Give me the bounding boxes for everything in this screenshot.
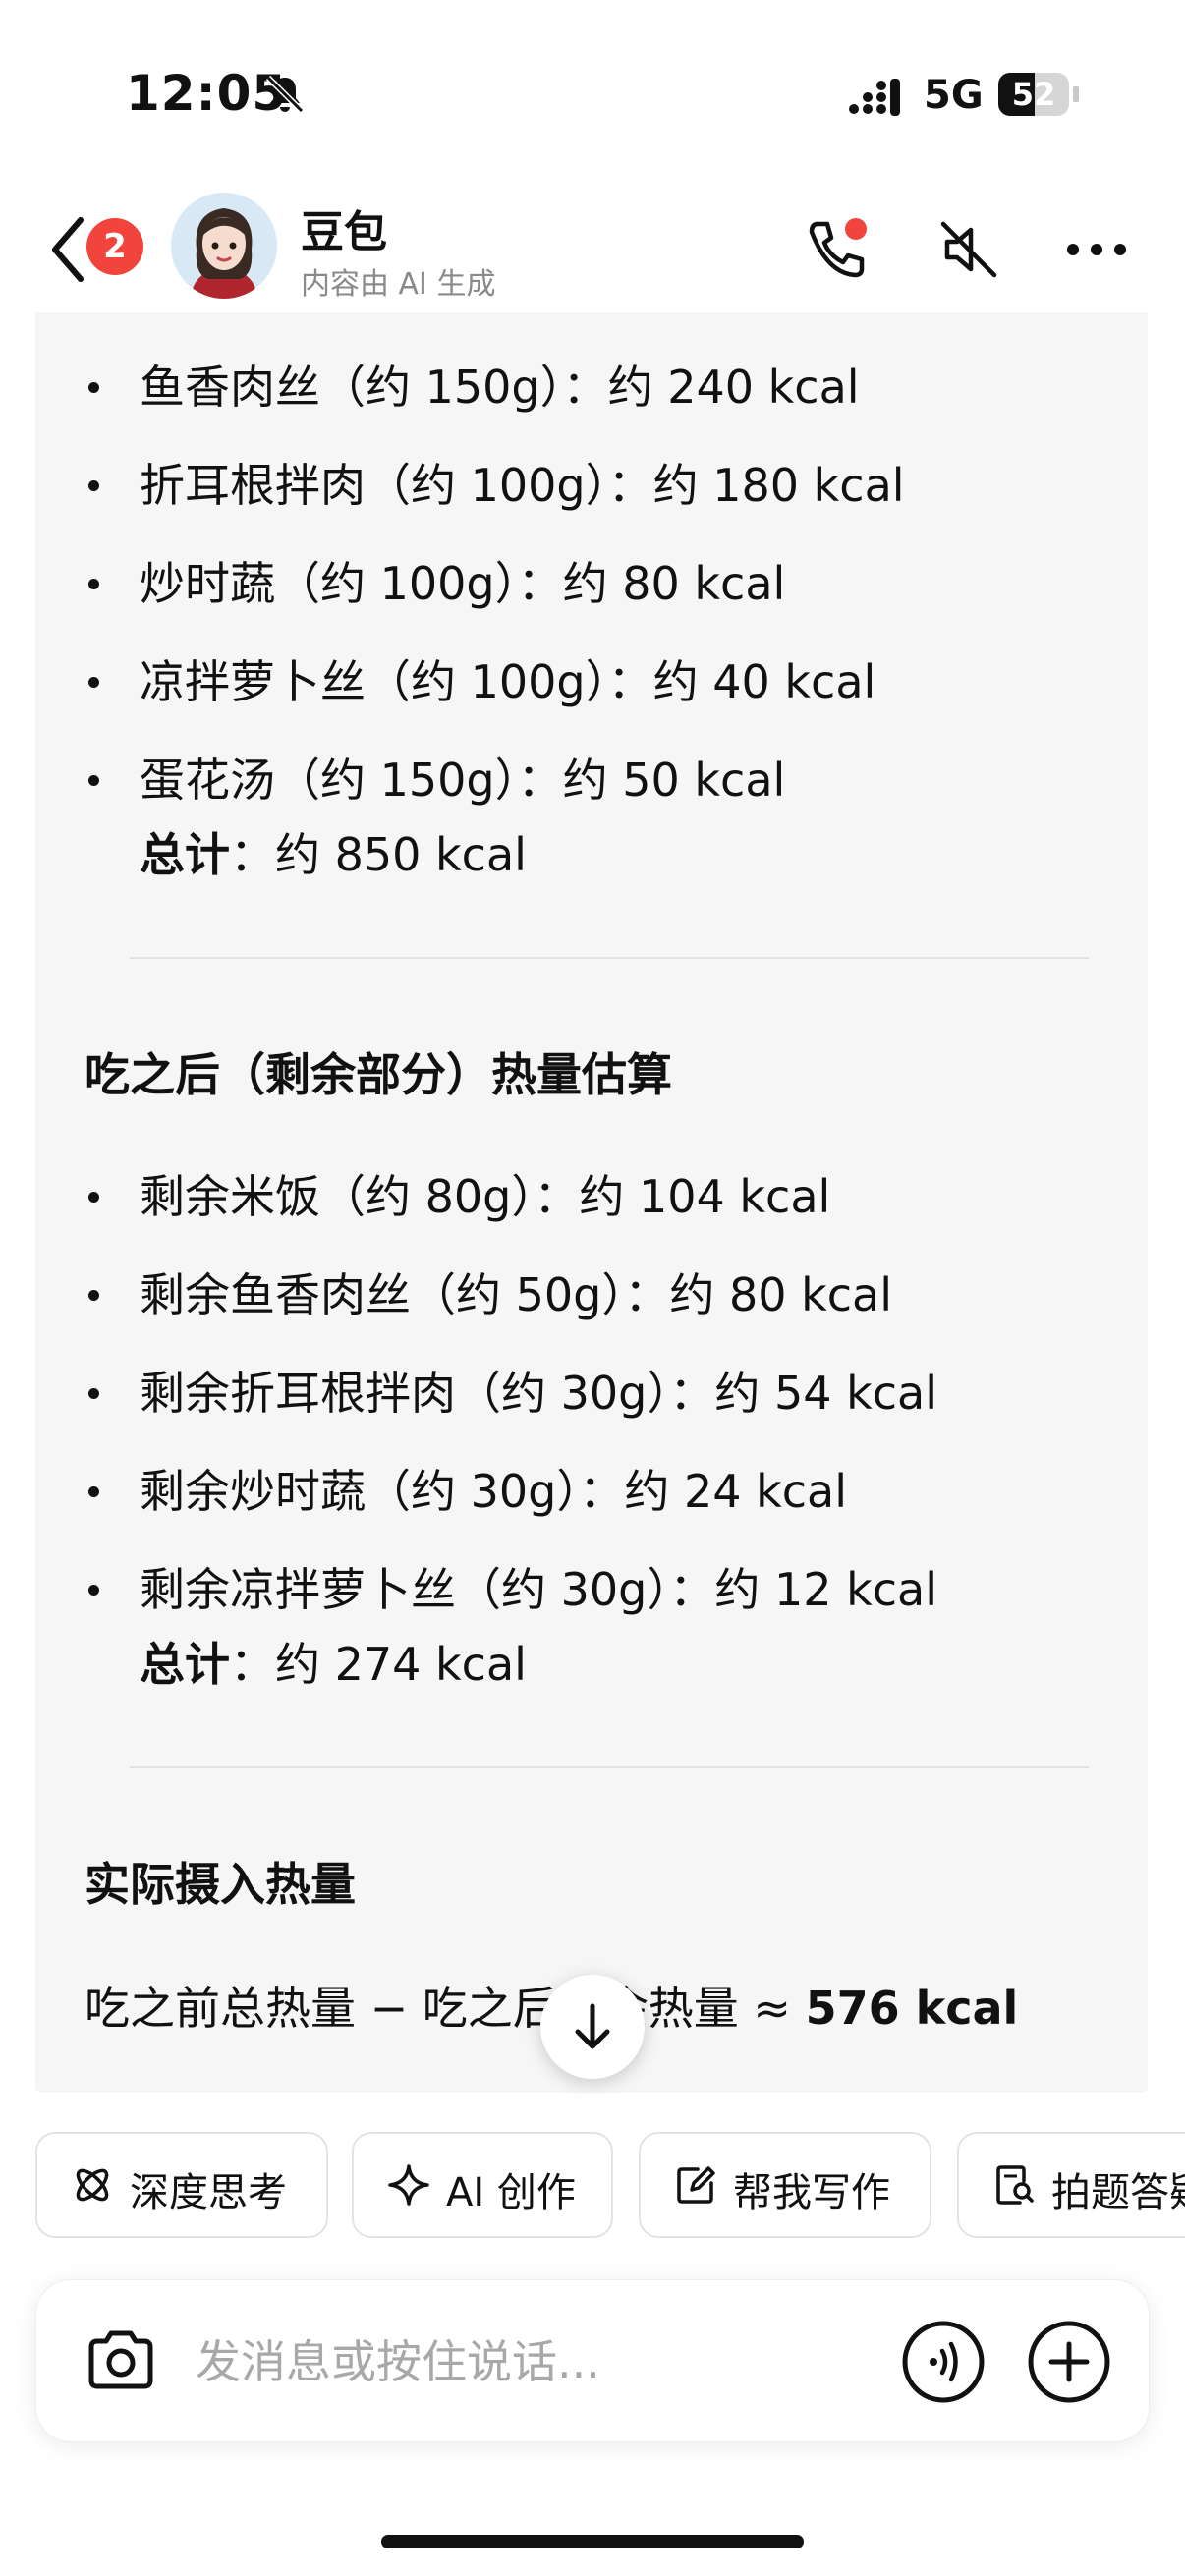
bell-slash-icon bbox=[265, 75, 305, 114]
ai-generated-label: 内容由 AI 生成 bbox=[301, 267, 496, 302]
chip-deep-thinking[interactable]: 深度思考 bbox=[35, 2132, 328, 2238]
formula-result: 576 kcal bbox=[805, 1982, 1019, 2035]
unread-badge: 2 bbox=[86, 218, 143, 275]
home-indicator bbox=[381, 2535, 804, 2548]
divider bbox=[130, 1766, 1089, 1768]
list-item: 炒时蔬（约 100g）：约 80 kcal bbox=[140, 557, 786, 610]
chip-label: 拍题答疑 bbox=[1051, 2170, 1185, 2215]
chip-label: 深度思考 bbox=[130, 2170, 287, 2215]
list-bullet bbox=[88, 1388, 99, 1399]
arrow-down-icon bbox=[575, 2003, 610, 2049]
before-total: 总计：约 850 kcal bbox=[140, 819, 527, 884]
list-item: 剩余折耳根拌肉（约 30g）：约 54 kcal bbox=[140, 1367, 938, 1420]
chip-help-write[interactable]: 帮我写作 bbox=[639, 2132, 931, 2238]
total-value: ：约 274 kcal bbox=[230, 1638, 527, 1691]
more-dots-icon[interactable] bbox=[1059, 222, 1134, 277]
composer bbox=[35, 2279, 1150, 2442]
message-input[interactable] bbox=[194, 2325, 885, 2398]
pencil-square-icon bbox=[677, 2166, 715, 2204]
chip-label: AI 创作 bbox=[446, 2170, 576, 2215]
list-item: 剩余鱼香肉丝（约 50g）：约 80 kcal bbox=[140, 1268, 893, 1321]
battery-icon: 52 bbox=[998, 73, 1081, 116]
list-item: 剩余凉拌萝卜丝（约 30g）：约 12 kcal bbox=[140, 1563, 938, 1616]
chip-ai-create[interactable]: AI 创作 bbox=[352, 2132, 613, 2238]
total-label: 总计 bbox=[140, 828, 230, 881]
section-heading: 吃之后（剩余部分）热量估算 bbox=[85, 1048, 672, 1101]
bot-name: 豆包 bbox=[301, 207, 387, 257]
list-bullet bbox=[88, 1486, 99, 1497]
battery-level: 52 bbox=[1011, 76, 1056, 113]
list-bullet bbox=[88, 775, 99, 786]
document-search-icon bbox=[996, 2165, 1034, 2205]
plus-circle-icon[interactable] bbox=[1025, 2318, 1113, 2406]
avatar[interactable] bbox=[171, 193, 277, 299]
total-label: 总计 bbox=[140, 1638, 230, 1691]
section-heading: 实际摄入热量 bbox=[85, 1858, 356, 1911]
list-bullet bbox=[88, 480, 99, 491]
list-item: 鱼香肉丝（约 150g）：约 240 kcal bbox=[140, 361, 860, 414]
atom-icon bbox=[76, 2168, 109, 2202]
avatar-illustration bbox=[171, 193, 277, 299]
divider bbox=[130, 957, 1089, 959]
list-bullet bbox=[88, 1192, 99, 1203]
list-item: 折耳根拌肉（约 100g）：约 180 kcal bbox=[140, 459, 905, 512]
formula-text: 吃之前总热量 − 吃之后剩余热量 ≈ bbox=[85, 1982, 806, 2035]
list-bullet bbox=[88, 382, 99, 393]
chip-photo-question[interactable]: 拍题答疑 bbox=[957, 2132, 1185, 2238]
chip-label: 帮我写作 bbox=[733, 2170, 890, 2215]
list-item: 蛋花汤（约 150g）：约 50 kcal bbox=[140, 754, 786, 807]
voice-wave-icon[interactable] bbox=[899, 2318, 988, 2406]
list-bullet bbox=[88, 1585, 99, 1596]
total-value: ：约 850 kcal bbox=[230, 828, 527, 881]
network-label: 5G bbox=[924, 73, 984, 118]
scroll-to-bottom-button[interactable] bbox=[540, 1975, 645, 2079]
list-item: 剩余炒时蔬（约 30g）：约 24 kcal bbox=[140, 1465, 848, 1518]
list-item: 凉拌萝卜丝（约 100g）：约 40 kcal bbox=[140, 655, 876, 708]
sparkle-icon bbox=[388, 2164, 429, 2206]
call-notification-dot bbox=[845, 218, 867, 240]
list-bullet bbox=[88, 579, 99, 589]
camera-icon[interactable] bbox=[82, 2322, 160, 2400]
assistant-message: 鱼香肉丝（约 150g）：约 240 kcal 折耳根拌肉（约 100g）：约 … bbox=[35, 312, 1148, 2093]
speaker-mute-icon[interactable] bbox=[933, 214, 1004, 285]
after-total: 总计：约 274 kcal bbox=[140, 1629, 527, 1694]
list-bullet bbox=[88, 677, 99, 688]
list-item: 剩余米饭（约 80g）：约 104 kcal bbox=[140, 1170, 831, 1223]
signal-icon bbox=[849, 79, 900, 116]
list-bullet bbox=[88, 1290, 99, 1301]
